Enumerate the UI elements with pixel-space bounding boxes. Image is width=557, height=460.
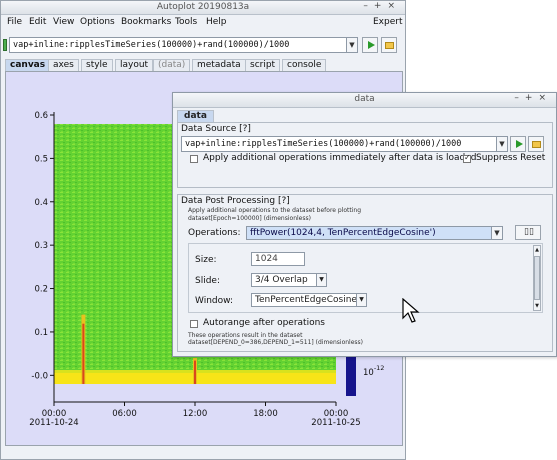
suppress-reset-label: Suppress Reset <box>476 153 546 163</box>
x-tick-time-label: 06:00 <box>112 409 137 419</box>
spike-core <box>194 360 196 384</box>
tab-canvas[interactable]: canvas <box>5 59 51 71</box>
data-source-dropdown-button[interactable]: ▼ <box>496 136 508 152</box>
maximize-icon[interactable]: + <box>374 1 388 11</box>
spike-core <box>82 323 85 384</box>
menu-view[interactable]: View <box>53 17 74 27</box>
main-titlebar[interactable]: Autoplot 20190813a –+× <box>1 1 405 15</box>
play-icon <box>368 41 375 49</box>
dialog-title: data <box>354 94 375 104</box>
slide-label: Slide: <box>195 276 220 286</box>
operations-dropdown-button[interactable]: ▼ <box>491 226 503 240</box>
scrollbar-thumb[interactable] <box>534 256 540 300</box>
y-tick-label: 0.3 <box>34 241 48 251</box>
tab-console[interactable]: console <box>282 59 327 71</box>
menu-tools[interactable]: Tools <box>175 17 197 27</box>
window-title: Autoplot 20190813a <box>156 2 250 12</box>
folder-icon <box>532 141 541 148</box>
play-icon <box>516 140 523 148</box>
data-source-header[interactable]: Data Source [?] <box>181 124 251 134</box>
uri-input[interactable]: vap+inline:ripplesTimeSeries(100000)+ran… <box>9 37 347 53</box>
uri-dropdown-button[interactable]: ▼ <box>346 37 358 53</box>
operations-label: Operations: <box>188 228 241 238</box>
apply-before-plotting-note: Apply additional operations to the datas… <box>188 207 362 214</box>
x-tick-date-label: 2011-10-25 <box>311 418 360 428</box>
y-tick-label: 0.4 <box>34 198 48 208</box>
chevron-down-icon: ▼ <box>356 294 366 306</box>
y-tick-label: 0.6 <box>34 111 48 121</box>
menu-file[interactable]: File <box>7 17 22 27</box>
operations-editor-button[interactable]: ▯▯ <box>515 225 541 240</box>
x-tick-time-label: 18:00 <box>253 409 278 419</box>
minimize-icon[interactable]: – <box>363 1 374 11</box>
colorbar-tick-base: 10 <box>363 368 374 378</box>
post-processing-panel: Data Post Processing [?] Apply additiona… <box>177 194 553 352</box>
menu-help[interactable]: Help <box>206 17 227 27</box>
y-tick-label: 0.2 <box>34 285 48 295</box>
menu-options[interactable]: Options <box>80 17 115 27</box>
close-icon[interactable]: × <box>387 1 401 11</box>
tab-axes[interactable]: axes <box>48 59 79 71</box>
x-tick-time-label: 12:00 <box>183 409 208 419</box>
data-source-panel: Data Source [?] vap+inline:ripplesTimeSe… <box>177 122 553 188</box>
y-tick-label: 0.1 <box>34 328 48 338</box>
folder-icon <box>385 42 394 49</box>
chevron-down-icon: ▼ <box>316 274 326 286</box>
data-source-uri-input[interactable]: vap+inline:ripplesTimeSeries(100000)+ran… <box>181 136 497 152</box>
tab-data-dialog[interactable]: data <box>177 110 214 122</box>
window-select-value: TenPercentEdgeCosine <box>255 295 357 305</box>
menu-edit[interactable]: Edit <box>29 17 46 27</box>
menu-bookmarks[interactable]: Bookmarks <box>121 17 171 27</box>
size-label: Size: <box>195 255 217 265</box>
operation-parameters-box: Size: 1024 Slide: 3/4 Overlap ▼ Window: T… <box>188 243 543 313</box>
slide-select-value: 3/4 Overlap <box>255 275 308 285</box>
y-tick-label: -0.0 <box>31 371 48 381</box>
apply-operations-checkbox[interactable] <box>190 155 198 163</box>
menu-bar: File Edit View Options Bookmarks Tools H… <box>1 15 405 31</box>
mouse-cursor-icon <box>402 298 420 323</box>
result-note: These operations result in the dataset <box>188 332 303 339</box>
parameters-scrollbar[interactable]: ▲ ▼ <box>533 245 541 311</box>
menu-expert[interactable]: Expert <box>373 17 403 27</box>
plot-button[interactable] <box>362 37 378 53</box>
browse-button[interactable] <box>381 37 397 53</box>
y-tick-label: 0.5 <box>34 154 48 164</box>
close-icon[interactable]: × <box>538 93 552 103</box>
operations-input[interactable]: fftPower(1024,4, TenPercentEdgeCosine') <box>246 226 492 240</box>
output-dataset-description: dataset[DEPEND_0=386,DEPEND_1=511] (dime… <box>188 339 364 346</box>
apply-operations-label: Apply additional operations immediately … <box>203 153 477 163</box>
window-label: Window: <box>195 296 234 306</box>
tab-metadata[interactable]: metadata <box>192 59 246 71</box>
dialog-titlebar[interactable]: data –+× <box>173 93 556 108</box>
colorbar-tick-exponent: -12 <box>374 364 385 372</box>
data-source-browse-button[interactable] <box>528 136 544 152</box>
x-tick-date-label: 2011-10-24 <box>29 418 78 428</box>
suppress-reset-checkbox[interactable] <box>463 153 471 163</box>
slide-select[interactable]: 3/4 Overlap ▼ <box>251 273 327 287</box>
size-input[interactable]: 1024 <box>251 252 305 266</box>
drag-handle-icon[interactable] <box>3 39 7 51</box>
tab-style[interactable]: style <box>81 59 113 71</box>
operations-editor-icon: ▯▯ <box>524 227 534 237</box>
maximize-icon[interactable]: + <box>525 93 539 103</box>
tab-layout[interactable]: layout <box>115 59 154 71</box>
scroll-down-icon[interactable]: ▼ <box>534 302 540 310</box>
data-source-plot-button[interactable] <box>510 136 526 152</box>
input-dataset-description: dataset[Epoch=100000] (dimensionless) <box>188 215 311 222</box>
scroll-up-icon[interactable]: ▲ <box>534 246 540 254</box>
window-controls[interactable]: –+× <box>363 1 401 11</box>
dialog-window-controls[interactable]: –+× <box>514 93 552 103</box>
window-select[interactable]: TenPercentEdgeCosine ▼ <box>251 293 367 307</box>
tab-data[interactable]: (data) <box>153 59 191 71</box>
data-dialog: data –+× data Data Source [?] vap+inline… <box>172 92 557 357</box>
autorange-label: Autorange after operations <box>203 318 325 328</box>
colorbar-tick-label: 10-12 <box>363 364 384 378</box>
autorange-checkbox[interactable] <box>190 320 198 328</box>
post-processing-header[interactable]: Data Post Processing [?] <box>181 196 290 206</box>
tab-script[interactable]: script <box>245 59 281 71</box>
minimize-icon[interactable]: – <box>514 93 525 103</box>
